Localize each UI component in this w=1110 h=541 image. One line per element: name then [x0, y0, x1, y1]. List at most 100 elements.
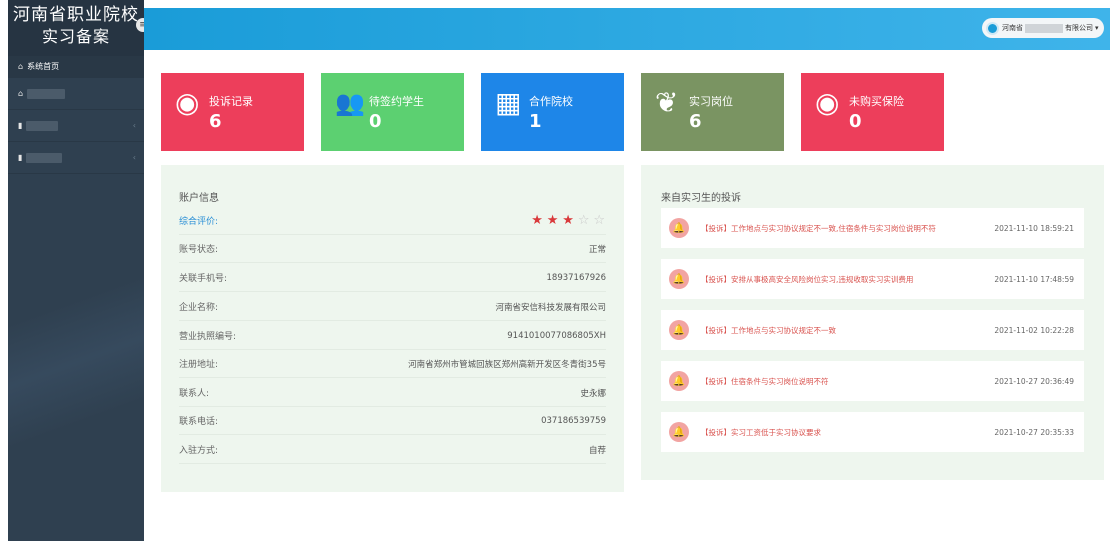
avatar	[986, 21, 999, 35]
user-menu[interactable]: 河南省 有限公司 ▾	[982, 18, 1104, 38]
home-icon: ⌂	[18, 89, 24, 98]
row-label: 关联手机号:	[179, 274, 228, 284]
complaint-item[interactable]: 🔔 【投诉】住宿条件与实习岗位说明不符 2021-10-27 20:36:49	[661, 361, 1084, 401]
sidebar-item-label: 系统首页	[27, 62, 60, 71]
stat-card-internship-positions[interactable]: ❦ 实习岗位 6	[641, 73, 784, 151]
sidebar-item-label-redacted	[26, 152, 63, 163]
complaint-item[interactable]: 🔔 【投诉】工作地点与实习协议规定不一致,住宿条件与实习岗位说明不符 2021-…	[661, 208, 1084, 248]
brand-title-line1: 河南省职业院校	[13, 5, 139, 25]
stat-card-uninsured[interactable]: ◉ 未购买保险 0	[801, 73, 944, 151]
complaint-item[interactable]: 🔔 【投诉】工作地点与实习协议规定不一致 2021-11-02 10:22:28	[661, 310, 1084, 350]
row-value: 河南省郑州市管城回族区郑州高新开发区冬青街35号	[408, 359, 606, 370]
users-icon: 👥	[335, 89, 365, 117]
leaf-icon: ❦	[655, 86, 679, 119]
stat-value: 0	[369, 111, 382, 132]
sidebar-item-menu-2[interactable]: ▮ ‹	[8, 110, 144, 142]
stat-card-partner-schools[interactable]: ▦ 合作院校 1	[481, 73, 624, 151]
sidebar-item-home[interactable]: ⌂ 系统首页	[8, 56, 144, 78]
user-name-prefix: 河南省	[1002, 24, 1023, 32]
bookmark-icon: ▮	[18, 153, 23, 162]
row-label: 账号状态:	[179, 245, 219, 255]
bell-icon: 🔔	[669, 320, 689, 340]
top-header: 河南省 有限公司 ▾	[144, 8, 1110, 50]
rating-label: 综合评价:	[179, 217, 219, 227]
sidebar-item-label-redacted	[26, 120, 59, 131]
complaint-text: 【投诉】安排从事极高安全风险岗位实习,违规收取实习实训费用	[701, 274, 914, 284]
building-icon: ▦	[495, 86, 522, 119]
row-label: 企业名称:	[179, 303, 219, 313]
star-filled-icon: ★	[562, 213, 575, 228]
stat-value: 6	[689, 111, 702, 132]
complaint-text: 【投诉】工作地点与实习协议规定不一致	[701, 325, 836, 335]
chevron-left-icon: ‹	[132, 153, 136, 162]
account-row-company: 企业名称: 河南省安信科技发展有限公司	[179, 293, 606, 321]
account-row-contact-phone: 联系电话: 037186539759	[179, 407, 606, 435]
star-filled-icon: ★	[546, 213, 560, 228]
row-value: 河南省安信科技发展有限公司	[495, 302, 606, 313]
account-info-panel: 账户信息 综合评价: ★ ★ ★ ☆ ☆ 账号状态: 正常 关联手机号: 189…	[161, 165, 624, 492]
complaint-item[interactable]: 🔔 【投诉】安排从事极高安全风险岗位实习,违规收取实习实训费用 2021-11-…	[661, 259, 1084, 299]
eye-icon: ◉	[175, 86, 200, 119]
complaints-panel: 来自实习生的投诉 🔔 【投诉】工作地点与实习协议规定不一致,住宿条件与实习岗位说…	[641, 165, 1104, 480]
row-label: 联系电话:	[179, 417, 219, 427]
account-row-join-method: 入驻方式: 自荐	[179, 436, 606, 464]
panel-title: 账户信息	[179, 193, 219, 204]
star-filled-icon: ★	[531, 213, 544, 228]
brand-title-line2: 实习备案	[41, 27, 110, 46]
row-label: 联系人:	[179, 389, 210, 399]
sidebar-item-label-redacted	[27, 88, 66, 99]
row-label: 入驻方式:	[179, 446, 219, 456]
stat-label: 投诉记录	[209, 95, 253, 108]
home-icon: ⌂	[18, 62, 24, 71]
chevron-down-icon: ▾	[1095, 24, 1099, 32]
bell-icon: 🔔	[669, 218, 689, 238]
account-row-phone: 关联手机号: 18937167926	[179, 264, 606, 292]
sidebar-decoration	[8, 250, 144, 450]
complaint-text: 【投诉】工作地点与实习协议规定不一致,住宿条件与实习岗位说明不符	[701, 223, 936, 233]
bell-icon: 🔔	[669, 371, 689, 391]
row-value: 自荐	[588, 445, 606, 456]
row-value: 正常	[588, 244, 606, 255]
row-label: 营业执照编号:	[179, 332, 237, 342]
row-value: 9141010077086805XH	[507, 330, 606, 341]
account-row-address: 注册地址: 河南省郑州市管城回族区郑州高新开发区冬青街35号	[179, 350, 606, 378]
stat-card-complaints[interactable]: ◉ 投诉记录 6	[161, 73, 304, 151]
complaint-text: 【投诉】住宿条件与实习岗位说明不符	[701, 376, 829, 386]
stat-value: 0	[849, 111, 862, 132]
row-value: 史永娜	[580, 388, 606, 399]
bell-icon: 🔔	[669, 269, 689, 289]
star-empty-icon: ☆	[577, 213, 591, 228]
stat-card-pending-students[interactable]: 👥 待签约学生 0	[321, 73, 464, 151]
row-value: 18937167926	[546, 272, 607, 283]
complaint-time: 2021-10-27 20:36:49	[994, 376, 1074, 386]
complaint-time: 2021-11-10 17:48:59	[994, 274, 1074, 284]
user-name-suffix: 有限公司	[1065, 24, 1093, 32]
complaint-time: 2021-10-27 20:35:33	[994, 427, 1074, 437]
eye-icon: ◉	[815, 86, 840, 119]
stat-label: 实习岗位	[689, 95, 733, 108]
bookmark-icon: ▮	[18, 121, 23, 130]
rating-stars: ★ ★ ★ ☆ ☆	[531, 213, 606, 228]
account-row-contact: 联系人: 史永娜	[179, 379, 606, 407]
sidebar-item-menu-1[interactable]: ⌂	[8, 78, 144, 110]
sidebar-item-menu-3[interactable]: ▮ ‹	[8, 142, 144, 174]
app-root: 河南省职业院校 实习备案 ≡ ⌂ 系统首页 ⌂ ▮ ‹ ▮ ‹ 河南省 有限公司…	[0, 0, 1110, 541]
complaint-time: 2021-11-02 10:22:28	[994, 325, 1074, 335]
row-label: 注册地址:	[179, 360, 219, 370]
brand: 河南省职业院校 实习备案 ≡	[8, 0, 150, 56]
chevron-left-icon: ‹	[132, 121, 136, 130]
complaint-time: 2021-11-10 18:59:21	[994, 223, 1074, 233]
stat-label: 未购买保险	[849, 95, 904, 108]
panel-title: 来自实习生的投诉	[661, 193, 741, 204]
star-empty-icon: ☆	[593, 213, 606, 228]
complaint-item[interactable]: 🔔 【投诉】实习工资低于实习协议要求 2021-10-27 20:35:33	[661, 412, 1084, 452]
row-value: 037186539759	[541, 415, 606, 426]
bell-icon: 🔔	[669, 422, 689, 442]
stat-label: 待签约学生	[369, 95, 424, 108]
account-row-license: 营业执照编号: 9141010077086805XH	[179, 322, 606, 350]
account-row-status: 账号状态: 正常	[179, 235, 606, 263]
stat-value: 1	[529, 111, 542, 132]
stat-label: 合作院校	[529, 95, 573, 108]
complaint-text: 【投诉】实习工资低于实习协议要求	[701, 427, 821, 437]
user-name-redacted	[1025, 23, 1063, 33]
